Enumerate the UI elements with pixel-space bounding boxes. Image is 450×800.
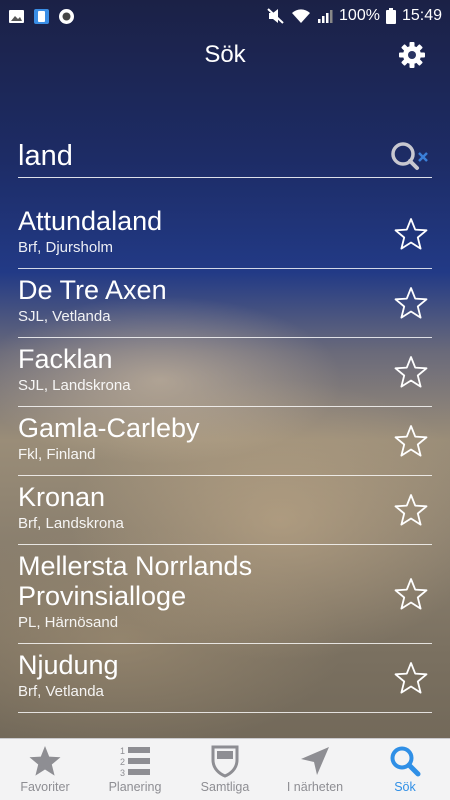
header: Sök (0, 32, 450, 78)
shield-icon (211, 745, 239, 778)
svg-text:3: 3 (120, 768, 125, 778)
result-name: De Tre Axen (18, 275, 167, 305)
favorite-star-icon[interactable] (394, 217, 428, 251)
result-subtitle: SJL, Vetlanda (18, 308, 111, 325)
favorite-star-icon[interactable] (394, 577, 428, 611)
favorite-star-icon[interactable] (394, 286, 428, 320)
favorite-star-icon[interactable] (394, 355, 428, 389)
result-name: Njudung (18, 650, 119, 680)
result-subtitle: Brf, Landskrona (18, 515, 124, 532)
page-title: Sök (204, 41, 246, 68)
search-bar (18, 136, 432, 178)
tab-label: Planering (108, 780, 162, 794)
results-list: Attundaland Brf, Djursholm De Tre Axen SJL,… (18, 200, 432, 713)
result-name: Attundaland (18, 206, 163, 236)
star-icon (29, 746, 61, 776)
result-row[interactable]: Attundaland Brf, Djursholm (18, 200, 432, 269)
result-subtitle: PL, Härnösand (18, 614, 119, 631)
tab-label: Sök (394, 780, 416, 794)
tab-i-närheten[interactable]: I närheten (270, 739, 360, 800)
result-name: Facklan (18, 344, 113, 374)
battery-icon (385, 8, 396, 24)
result-name: Kronan (18, 482, 106, 512)
result-row[interactable]: Njudung Brf, Vetlanda (18, 644, 432, 713)
wifi-icon (292, 9, 311, 23)
clear-search-icon[interactable] (388, 140, 430, 174)
battery-percent: 100% (339, 7, 380, 24)
result-subtitle: Fkl, Finland (18, 446, 96, 463)
mute-icon (267, 8, 284, 24)
tab-samtliga[interactable]: Samtliga (180, 739, 270, 800)
search-input[interactable] (18, 136, 378, 177)
image-notification-icon (9, 9, 24, 23)
tab-sök[interactable]: Sök (360, 739, 450, 800)
result-subtitle: SJL, Landskrona (18, 377, 131, 394)
favorite-star-icon[interactable] (394, 661, 428, 695)
result-name: Gamla-Carleby (18, 413, 200, 443)
numbered-list-icon: 123 (120, 746, 150, 778)
app-notification-icon (59, 8, 74, 24)
tab-label: I närheten (286, 780, 344, 794)
status-bar: 100% 15:49 (0, 0, 450, 32)
settings-gear-icon[interactable] (398, 41, 426, 69)
result-name: Mellersta Norrlands Provinsialloge (18, 551, 253, 611)
signal-icon (318, 10, 333, 23)
result-row[interactable]: Facklan SJL, Landskrona (18, 338, 432, 407)
svg-text:2: 2 (120, 757, 125, 767)
svg-text:1: 1 (120, 746, 125, 756)
result-row[interactable]: De Tre Axen SJL, Vetlanda (18, 269, 432, 338)
result-subtitle: Brf, Vetlanda (18, 683, 104, 700)
phone-notification-icon (34, 8, 49, 24)
result-subtitle: Brf, Djursholm (18, 239, 114, 256)
search-icon (390, 746, 421, 777)
favorite-star-icon[interactable] (394, 424, 428, 458)
result-row[interactable]: Mellersta Norrlands Provinsialloge PL, Hä… (18, 545, 432, 644)
result-row[interactable]: Gamla-Carleby Fkl, Finland (18, 407, 432, 476)
location-arrow-icon (301, 747, 329, 775)
clock: 15:49 (401, 7, 442, 24)
tab-favoriter[interactable]: Favoriter (0, 739, 90, 800)
result-row[interactable]: Kronan Brf, Landskrona (18, 476, 432, 545)
tab-label: Samtliga (200, 780, 250, 794)
tab-planering[interactable]: 1 2 3 Planering (90, 739, 180, 800)
tab-label: Favoriter (20, 780, 70, 794)
tab-bar: Favoriter 1 2 3 Planering Samtliga I närheten S… (0, 738, 450, 800)
favorite-star-icon[interactable] (394, 493, 428, 527)
